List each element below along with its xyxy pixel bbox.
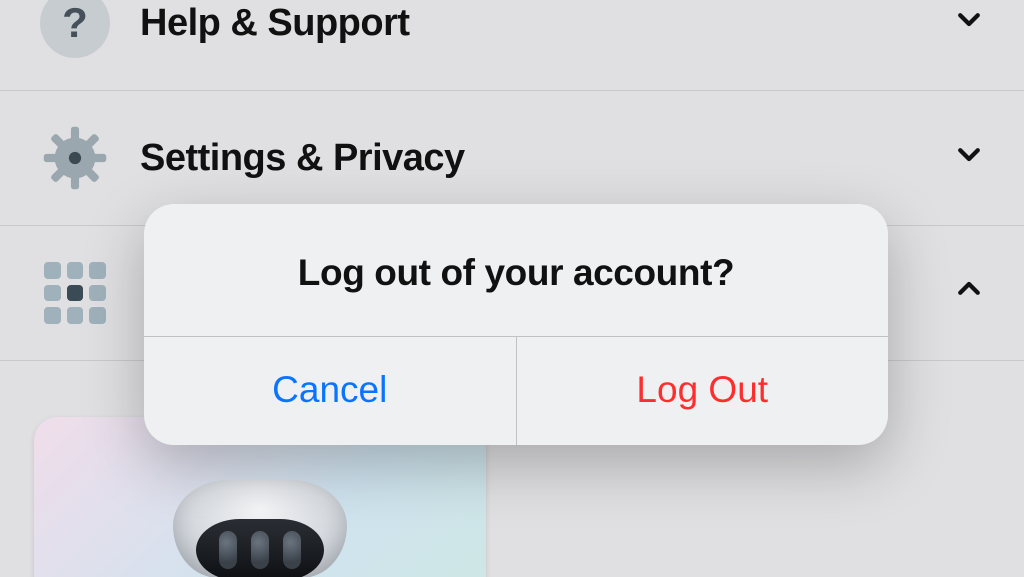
- dialog-button-row: Cancel Log Out: [144, 336, 888, 445]
- logout-dialog: Log out of your account? Cancel Log Out: [144, 204, 888, 445]
- logout-button[interactable]: Log Out: [516, 337, 889, 445]
- chevron-down-icon: [954, 4, 984, 42]
- menu-item-label: Settings & Privacy: [140, 137, 954, 180]
- menu-item-help[interactable]: ? Help & Support: [0, 0, 1024, 91]
- gear-icon: [41, 124, 109, 192]
- headset-illustration: [145, 469, 375, 577]
- cancel-button[interactable]: Cancel: [144, 337, 516, 445]
- dialog-title: Log out of your account?: [144, 204, 888, 336]
- grid-apps-icon: [44, 262, 106, 324]
- menu-item-label: Help & Support: [140, 2, 954, 45]
- help-icon: ?: [40, 0, 110, 58]
- chevron-up-icon: [954, 274, 984, 312]
- chevron-down-icon: [954, 139, 984, 177]
